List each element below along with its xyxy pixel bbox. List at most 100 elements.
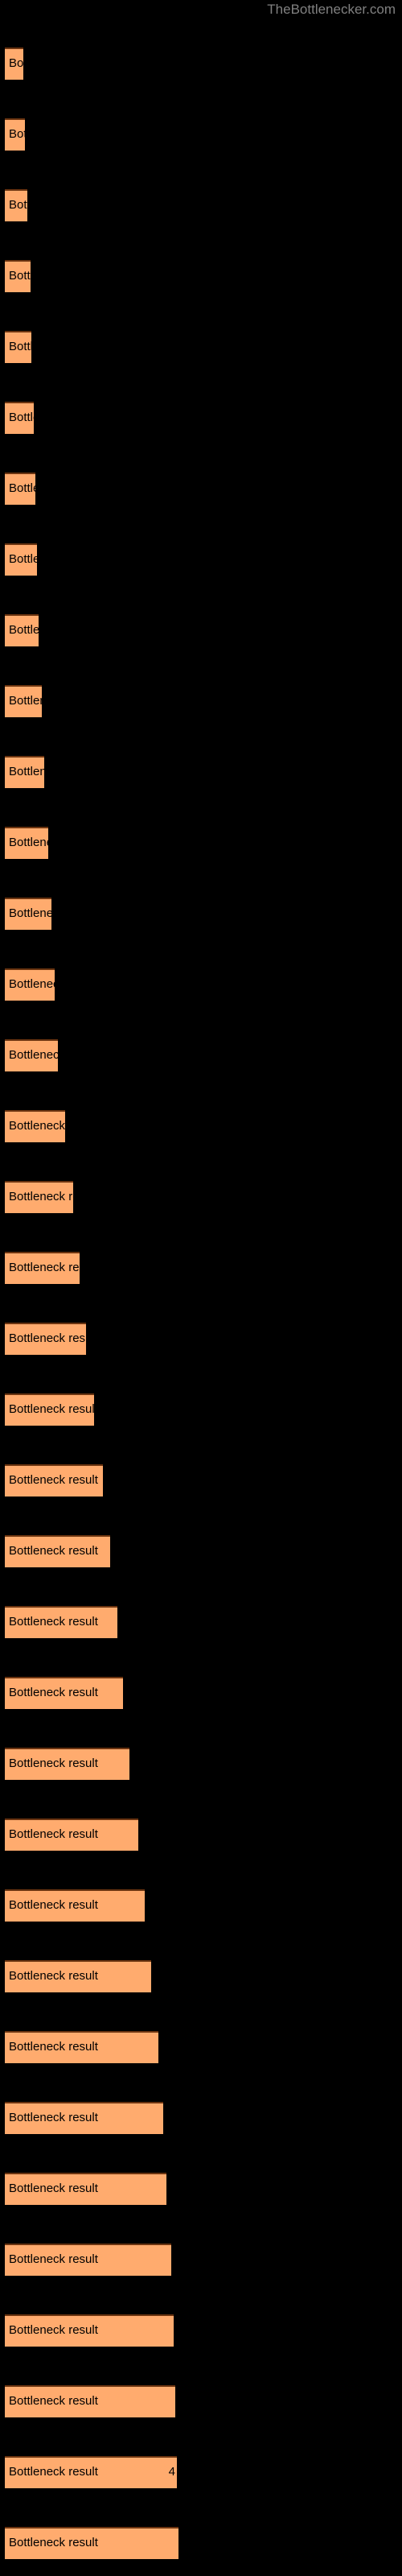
bar-label-clip: Bottleneck result [5,1748,129,1780]
bar-label-clip: Bottleneck result [5,2031,158,2063]
bar-row: Bottleneck result [0,1606,402,1638]
bar-row: Bottleneck result [0,1535,402,1567]
bar-row: Bottleneck result [0,827,402,859]
bar-row: Bottleneck result [0,2173,402,2205]
bar-label-clip: Bottleneck result [5,1039,58,1071]
bar-label-clip: Bottleneck result [5,1889,145,1922]
bar-row: Bottleneck result [0,968,402,1001]
bar-label: Bottleneck result [9,552,37,566]
bar-label: Bottleneck result [9,2111,98,2124]
bar-label-clip: Bottleneck result [5,685,42,717]
bar-row: Bottleneck result [0,473,402,505]
bar-label-clip: Bottleneck result [5,756,44,788]
bar-label-clip: Bottleneck result [5,1252,80,1284]
bar-label: Bottleneck result [9,836,48,849]
bar-row: Bottleneck result [0,1393,402,1426]
bar-row: Bottleneck result [0,1889,402,1922]
bar-label-clip: Bottleneck result [5,47,23,80]
bar-label: Bottleneck result [9,2465,98,2479]
bar-label-clip: Bottleneck result [5,402,34,434]
bar-row: Bottleneck result [0,685,402,717]
bar-label-clip: Bottleneck result [5,1181,73,1213]
bar-label-clip: Bottleneck result [5,473,35,505]
bar-label: Bottleneck result [9,481,35,495]
bar-row: Bottleneck result [0,1252,402,1284]
bar-row: Bottleneck result [0,1818,402,1851]
bar-label: Bottleneck result [9,2252,98,2266]
bar-row: Bottleneck result [0,2102,402,2134]
bar-label: Bottleneck result [9,269,31,283]
bar-label-clip: Bottleneck result 4 [5,2456,177,2488]
bar-row: Bottleneck result [0,331,402,363]
bar-row: Bottleneck result [0,1677,402,1709]
bar-label: Bottleneck result [9,1544,98,1558]
bar-label-clip: Bottleneck result [5,331,31,363]
bar-label-clip: Bottleneck result [5,1960,151,1992]
bar-label: Bottleneck result [9,127,25,141]
bar-row: Bottleneck result [0,898,402,930]
bar-row: Bottleneck result [0,1039,402,1071]
bar-label: Bottleneck result [9,1402,94,1416]
bar-label-clip: Bottleneck result [5,1535,110,1567]
bar-label: Bottleneck result [9,198,27,212]
bar-label-clip: Bottleneck result [5,614,39,646]
bar-value-label: 4 [168,2465,175,2479]
bar-label-clip: Bottleneck result [5,1110,65,1142]
bar-label: Bottleneck result [9,906,51,920]
bar-row: Bottleneck result [0,189,402,221]
bar-label-clip: Bottleneck result [5,968,55,1001]
bar-label-clip: Bottleneck result [5,2244,171,2276]
bar-label: Bottleneck result [9,694,42,708]
bar-row: Bottleneck result [0,2527,402,2559]
bar-label: Bottleneck result [9,765,44,778]
bar-label-clip: Bottleneck result [5,827,48,859]
bar-row: Bottleneck result [0,1960,402,1992]
bar-label: Bottleneck result [9,340,31,353]
bar-label-clip: Bottleneck result [5,1677,123,1709]
bar-label: Bottleneck result [9,2536,98,2549]
bar-row: Bottleneck result [0,2314,402,2347]
bar-row: Bottleneck result [0,543,402,576]
bar-row: Bottleneck result [0,47,402,80]
bar-label: Bottleneck result [9,56,23,70]
bar-row: Bottleneck result [0,1181,402,1213]
bar-label: Bottleneck result [9,1048,58,1062]
bar-row: Bottleneck result [0,756,402,788]
bar-row: Bottleneck result [0,402,402,434]
bar-label: Bottleneck result [9,2182,98,2195]
bar-label: Bottleneck result [9,1331,86,1345]
bar-row: Bottleneck result 4 [0,2456,402,2488]
bar-label: Bottleneck result [9,623,39,637]
bar-row: Bottleneck result [0,2385,402,2417]
bar-row: Bottleneck result [0,1748,402,1780]
bar-row: Bottleneck result [0,1464,402,1496]
bar-label: Bottleneck result [9,1473,98,1487]
bar-label-clip: Bottleneck result [5,260,31,292]
bar-label-clip: Bottleneck result [5,1393,94,1426]
bar-label-clip: Bottleneck result [5,1323,86,1355]
bar-label: Bottleneck result [9,1119,65,1133]
bar-row: Bottleneck result [0,614,402,646]
bar-label: Bottleneck result [9,2040,98,2054]
bar-label: Bottleneck result [9,1190,73,1203]
bar-label-clip: Bottleneck result [5,2173,166,2205]
bar-label: Bottleneck result [9,411,34,424]
bar-label-clip: Bottleneck result [5,189,27,221]
bar-label: Bottleneck result [9,2323,98,2337]
bar-label: Bottleneck result [9,1757,98,1770]
bar-label: Bottleneck result [9,1969,98,1983]
bar-row: Bottleneck result [0,2031,402,2063]
bottleneck-bar-chart: Bottleneck result Bottleneck result Bottle… [0,0,402,2576]
bar-label-clip: Bottleneck result [5,118,25,151]
bar-label: Bottleneck result [9,977,55,991]
bar-row: Bottleneck result [0,118,402,151]
bar-label: Bottleneck result [9,1615,98,1629]
bar-row: Bottleneck result [0,2244,402,2276]
bar-label-clip: Bottleneck result [5,2314,174,2347]
bar-label-clip: Bottleneck result [5,2527,178,2559]
bar-row: Bottleneck result [0,1323,402,1355]
bar-label: Bottleneck result [9,2394,98,2408]
bar-row: Bottleneck result [0,260,402,292]
bar-row: Bottleneck result [0,1110,402,1142]
bar-label: Bottleneck result [9,1898,98,1912]
